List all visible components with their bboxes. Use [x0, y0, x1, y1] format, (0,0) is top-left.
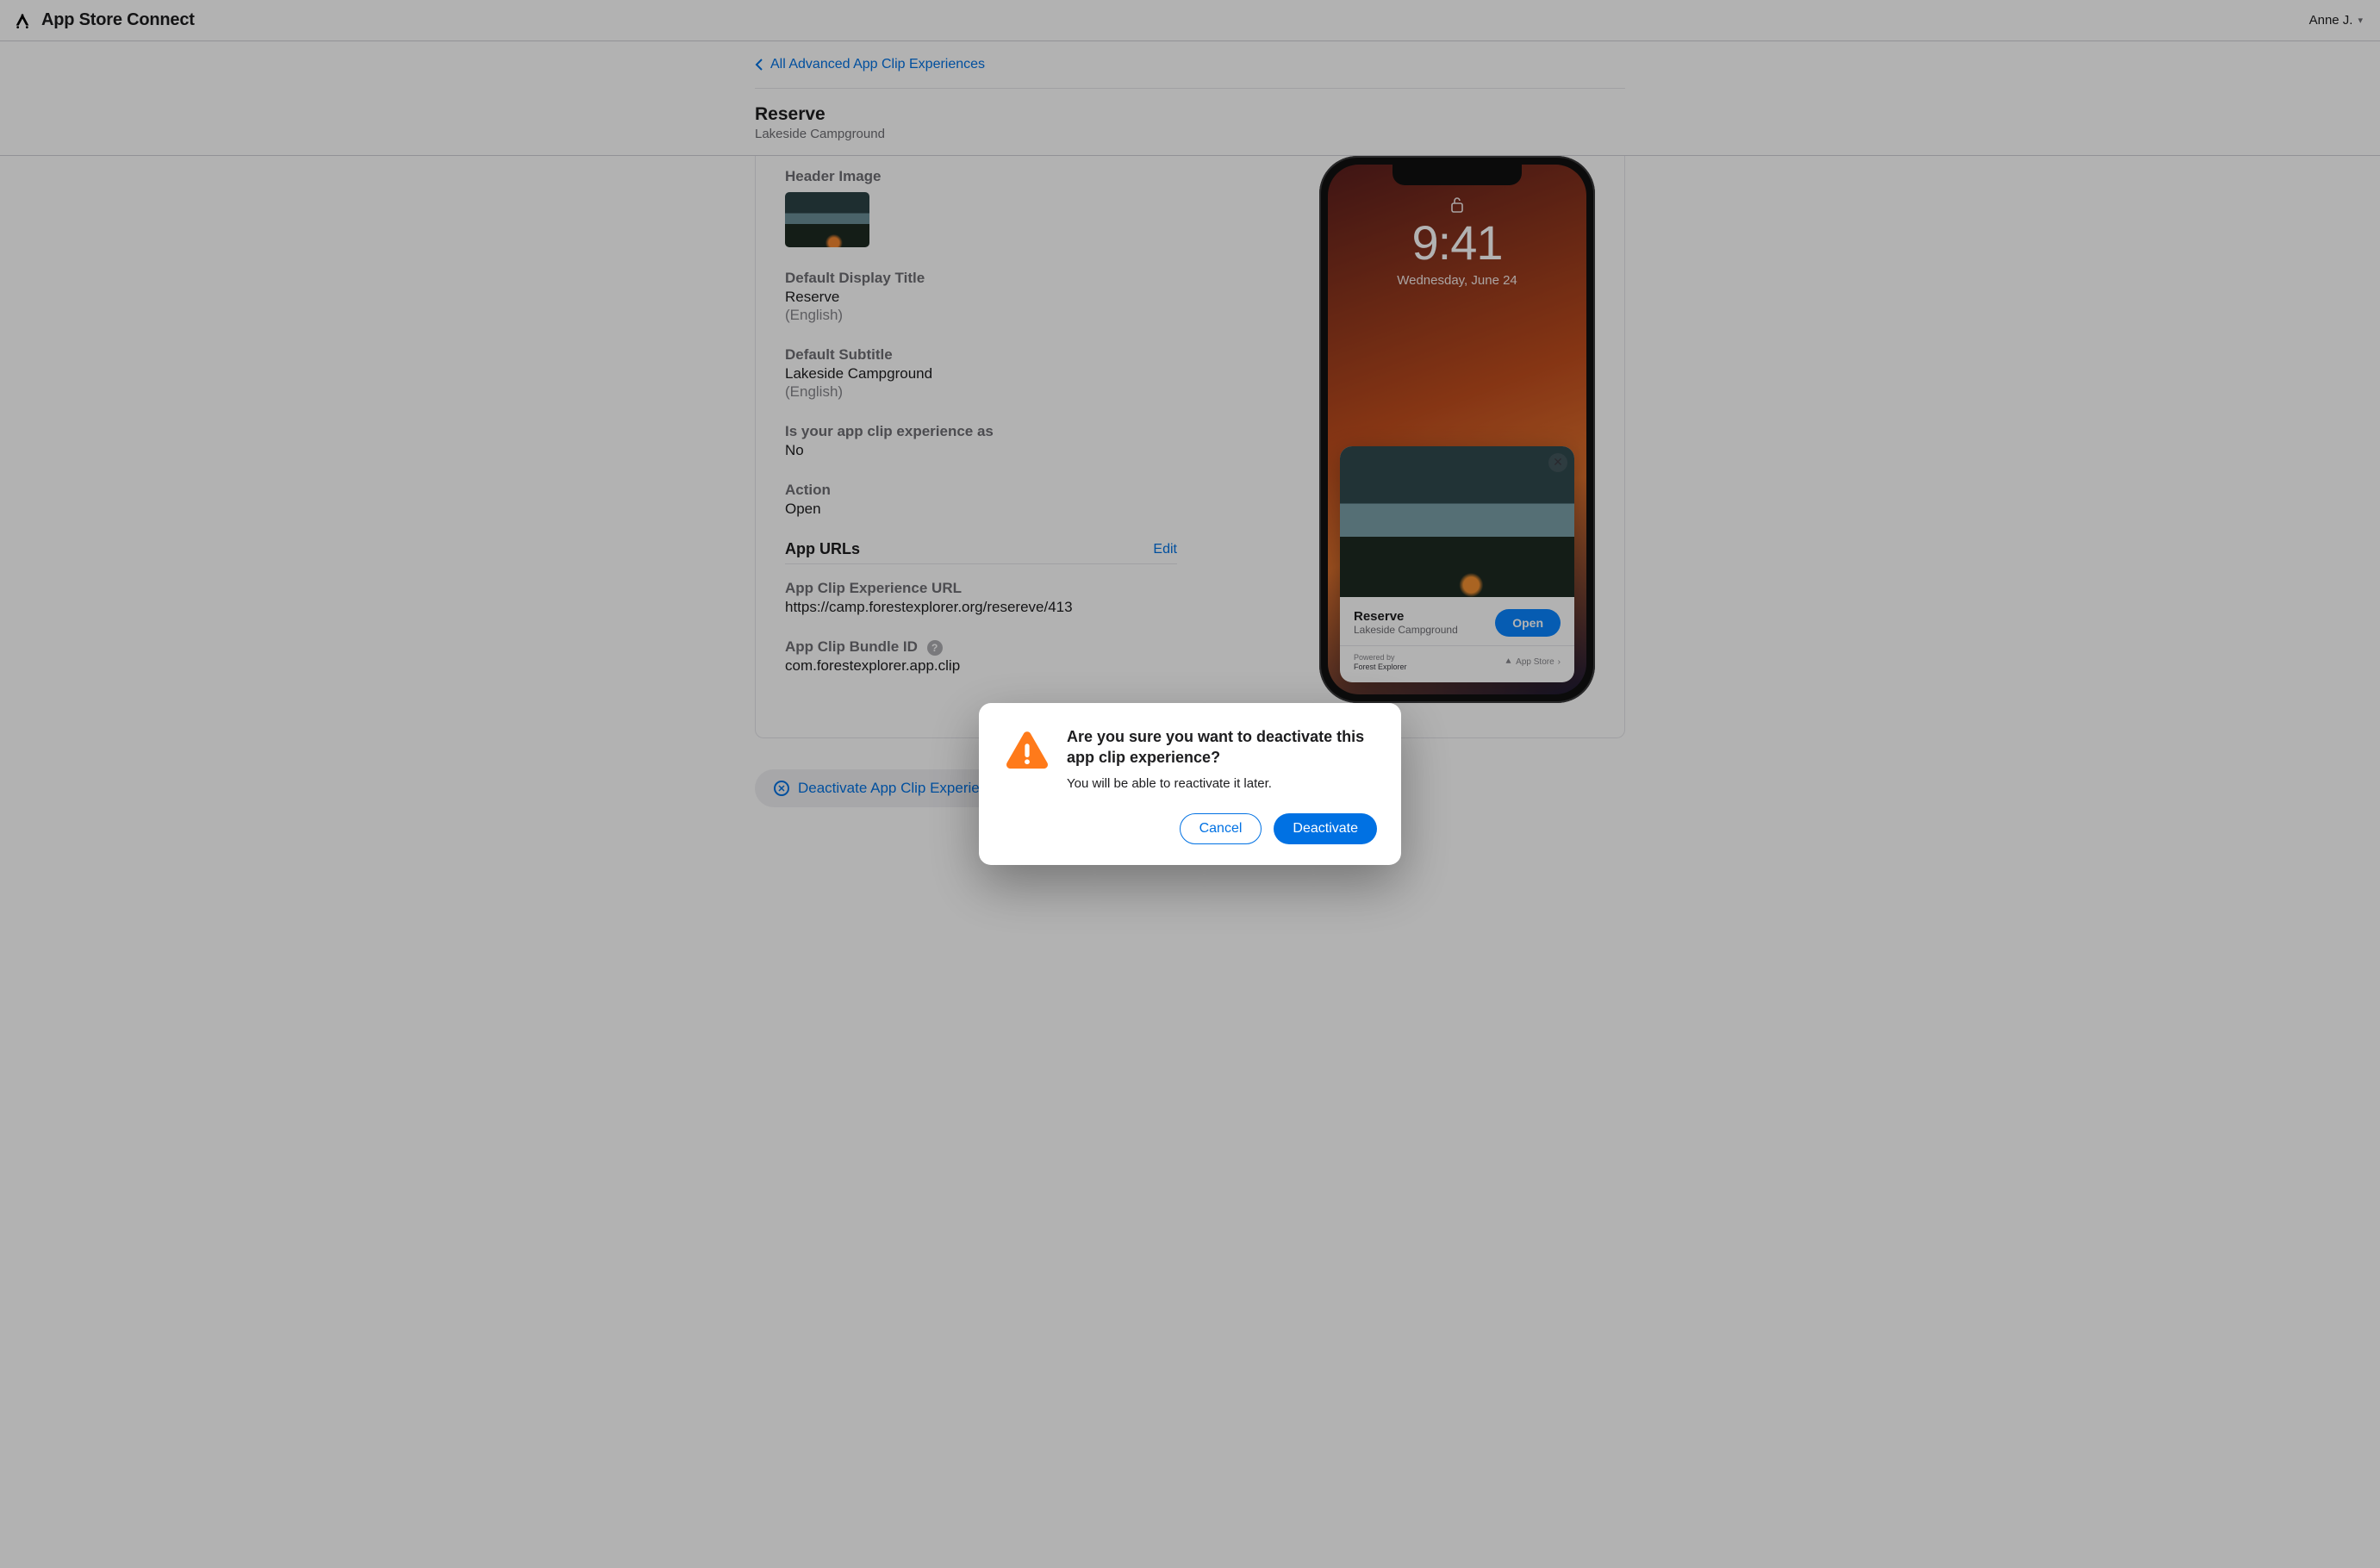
modal-body: You will be able to reactivate it later. [1067, 776, 1377, 791]
modal-overlay[interactable]: Are you sure you want to deactivate this… [0, 0, 2380, 1568]
cancel-button[interactable]: Cancel [1180, 813, 1262, 844]
warning-icon [1003, 727, 1051, 791]
confirm-deactivate-modal: Are you sure you want to deactivate this… [979, 703, 1401, 865]
modal-title: Are you sure you want to deactivate this… [1067, 727, 1377, 768]
confirm-deactivate-button[interactable]: Deactivate [1274, 813, 1377, 844]
